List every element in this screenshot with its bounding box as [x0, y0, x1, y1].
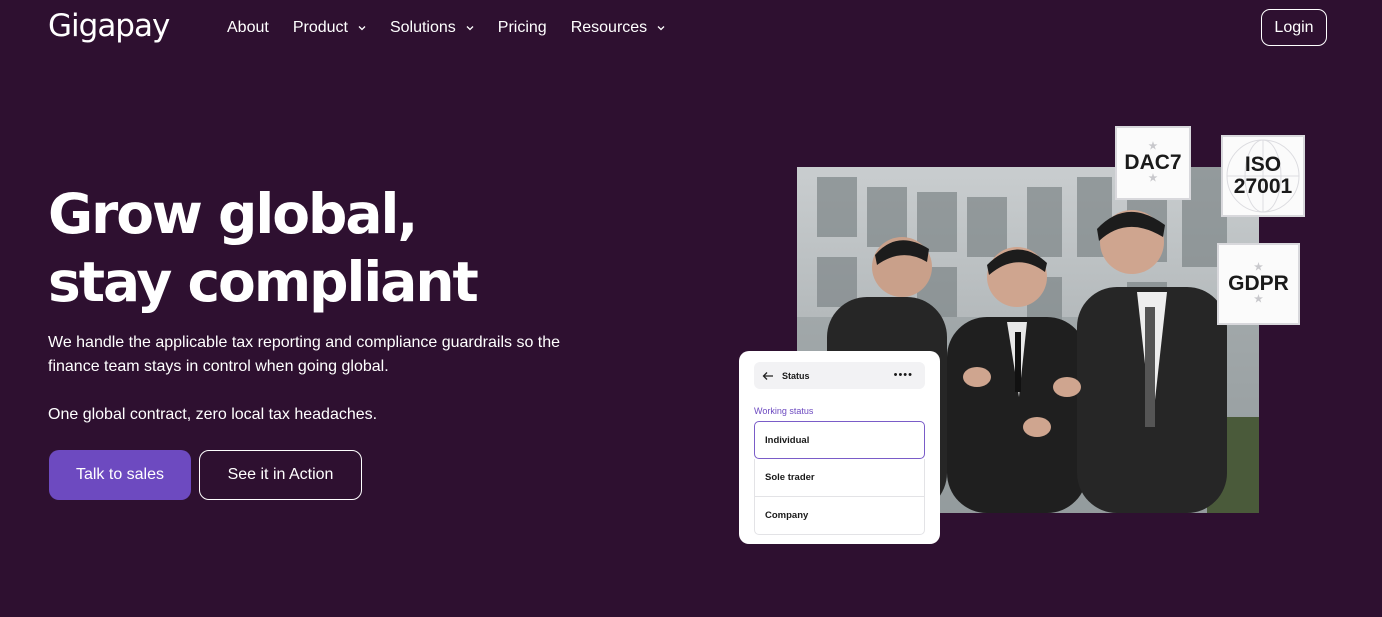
arrow-left-icon[interactable] [762, 371, 774, 381]
nav-item-solutions[interactable]: Solutions [390, 17, 474, 39]
nav-item-label: Resources [570, 19, 648, 36]
option-label: Company [765, 510, 809, 521]
dac7-badge: ★ DAC7 ★ [1115, 126, 1191, 200]
status-card: Status •••• Working status Individual So… [739, 351, 940, 544]
working-status-label: Working status [754, 406, 814, 416]
option-company[interactable]: Company [754, 497, 925, 535]
nav-item-pricing[interactable]: Pricing [498, 17, 547, 39]
hero-subtitle: We handle the applicable tax reporting a… [48, 334, 561, 375]
main-nav: About Product Solutions Pricing Resource… [227, 17, 689, 39]
gigapay-logo[interactable]: Gigapay [48, 8, 170, 44]
iso-badge-line1: ISO [1244, 153, 1282, 176]
chevron-down-icon [358, 26, 366, 31]
talk-to-sales-button[interactable]: Talk to sales [49, 450, 191, 500]
option-label: Sole trader [765, 472, 815, 483]
nav-item-label: Product [292, 19, 348, 36]
more-dots-icon[interactable]: •••• [894, 370, 913, 381]
nav-item-label: Pricing [497, 19, 547, 36]
option-sole-trader[interactable]: Sole trader [754, 459, 925, 497]
hero-headline-line1: Grow global, [48, 182, 418, 246]
nav-item-label: Solutions [389, 19, 456, 36]
status-card-title: Status [782, 370, 810, 381]
chevron-down-icon [466, 26, 474, 31]
hero-tagline: One global contract, zero local tax head… [48, 406, 378, 423]
hero-headline-line2: stay compliant [48, 250, 479, 314]
star-icon: ★ [1254, 294, 1263, 305]
option-individual[interactable]: Individual [754, 421, 925, 459]
nav-item-resources[interactable]: Resources [571, 17, 665, 39]
hero-headline: Grow global, stay compliant [48, 180, 479, 316]
status-card-header: Status •••• [754, 362, 925, 389]
dac7-badge-label: DAC7 [1124, 151, 1182, 174]
gdpr-badge-label: GDPR [1228, 272, 1289, 295]
star-icon: ★ [1148, 173, 1158, 184]
iso-27001-badge: ISO 27001 [1221, 135, 1305, 217]
gdpr-badge: ★ GDPR ★ [1217, 243, 1300, 325]
nav-item-label: About [227, 19, 269, 36]
login-button[interactable]: Login [1261, 9, 1327, 46]
chevron-down-icon [657, 26, 665, 31]
nav-item-product[interactable]: Product [293, 17, 366, 39]
see-it-in-action-button[interactable]: See it in Action [199, 450, 362, 500]
option-label: Individual [765, 434, 810, 446]
nav-item-about[interactable]: About [227, 17, 269, 39]
iso-badge-line2: 27001 [1233, 175, 1293, 198]
